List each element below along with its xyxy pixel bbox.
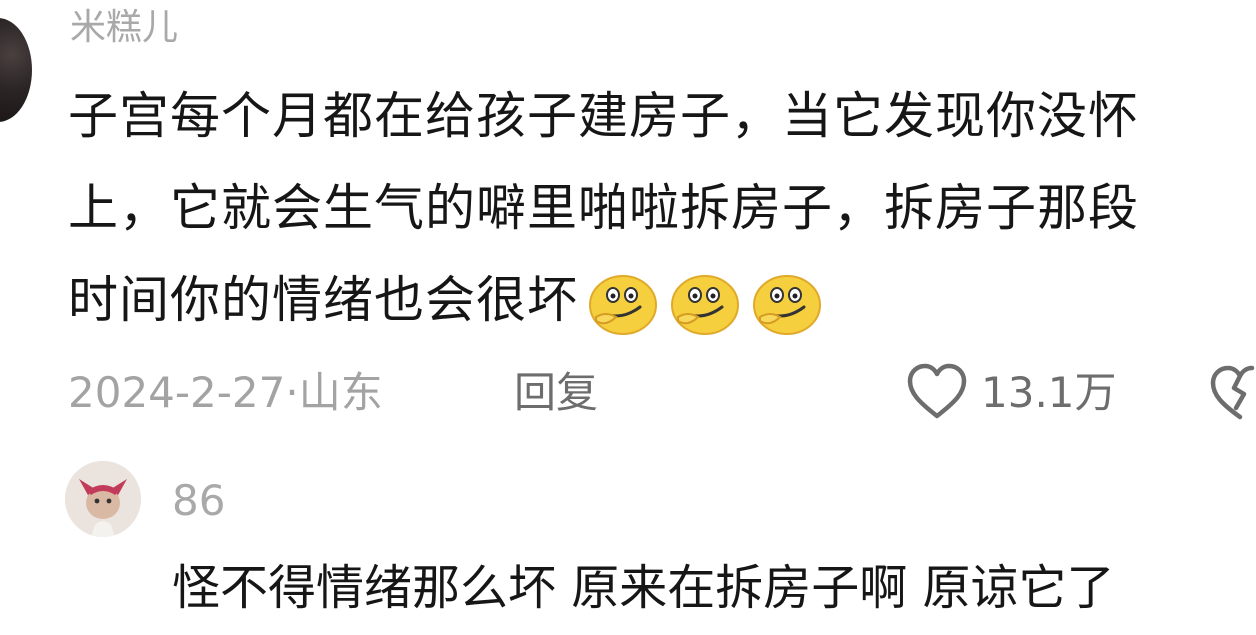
reply-avatar[interactable] xyxy=(65,461,141,537)
smirk-emoji-icon xyxy=(668,271,742,337)
comment-line-1: 子宫每个月都在给孩子建房子，当它发现你没怀 xyxy=(68,87,1139,145)
commenter-avatar[interactable] xyxy=(0,18,32,122)
smirk-emoji-icon xyxy=(750,271,824,337)
like-count: 13.1万 xyxy=(981,368,1117,417)
comment-body: 子宫每个月都在给孩子建房子，当它发现你没怀 上，它就会生气的噼里啪啦拆房子，拆房… xyxy=(68,70,1253,346)
broken-heart-icon[interactable] xyxy=(1208,364,1256,422)
commenter-username[interactable]: 米糕儿 xyxy=(70,8,178,48)
comment-line-2: 上，它就会生气的噼里啪啦拆房子，拆房子那段 xyxy=(68,179,1139,237)
heart-outline-icon[interactable] xyxy=(905,362,969,422)
reply-body: 怪不得情绪那么坏 原来在拆房子啊 原谅它了 xyxy=(172,560,1115,616)
comment-line-3-text: 时间你的情绪也会很坏 xyxy=(68,271,578,329)
comment-line-3: 时间你的情绪也会很坏 xyxy=(68,254,1253,346)
smirk-emoji-icon xyxy=(586,271,660,337)
comment-date-location: 2024-2-27·山东 xyxy=(68,368,383,417)
reply-username[interactable]: 86 xyxy=(172,478,225,524)
reply-button[interactable]: 回复 xyxy=(514,368,598,418)
